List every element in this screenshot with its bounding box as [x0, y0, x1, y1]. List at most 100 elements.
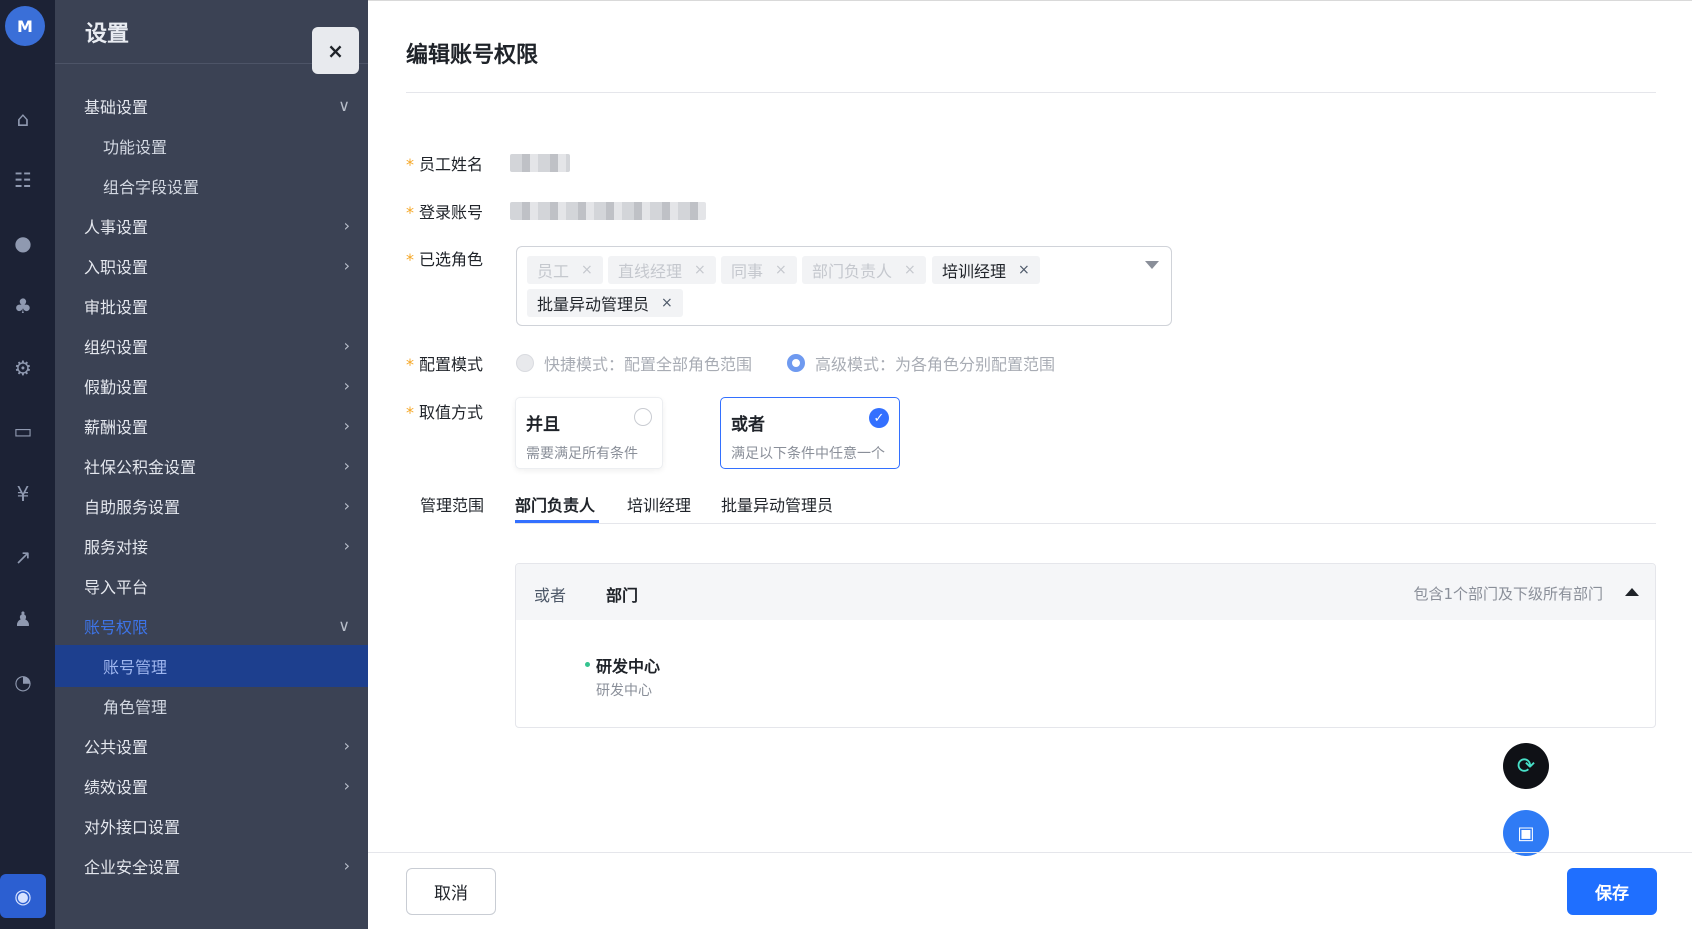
- role-tag-colleague: 同事 ×: [721, 256, 797, 284]
- card-title: 或者: [731, 415, 765, 435]
- app-logo[interactable]: M: [5, 6, 45, 46]
- remove-tag-icon: ×: [775, 262, 787, 278]
- tab-bulk-transfer-admin[interactable]: 批量异动管理员: [721, 492, 833, 516]
- login-account-label: * 登录账号: [406, 203, 484, 222]
- card-desc: 满足以下条件中任意一个: [731, 446, 885, 462]
- calendar-icon[interactable]: ▭: [8, 416, 38, 446]
- report-chart-icon[interactable]: ◔: [8, 667, 38, 697]
- profile-icon[interactable]: ♟: [8, 604, 38, 634]
- close-drawer-button[interactable]: ×: [312, 27, 359, 74]
- condition-operator: 或者: [534, 586, 567, 605]
- menu-item-combined-fields[interactable]: 组合字段设置: [55, 165, 368, 207]
- chevron-right-icon: ›: [343, 376, 350, 395]
- salary-icon[interactable]: ¥: [8, 479, 38, 509]
- menu-item-approval-settings[interactable]: 审批设置: [55, 285, 368, 327]
- condition-header[interactable]: 或者 部门 包含1个部门及下级所有部门: [516, 564, 1655, 620]
- chevron-down-icon: ∨: [338, 96, 350, 115]
- chevron-right-icon: ›: [343, 416, 350, 435]
- remove-tag-icon: ×: [904, 262, 916, 278]
- chevron-right-icon: ›: [343, 336, 350, 355]
- menu-item-onboarding-settings[interactable]: 入职设置 ›: [55, 245, 368, 287]
- chat-icon: ▣: [1517, 822, 1535, 844]
- performance-icon[interactable]: ↗: [8, 542, 38, 572]
- menu-item-social-security-settings[interactable]: 社保公积金设置 ›: [55, 445, 368, 487]
- role-tag-line-manager: 直线经理 ×: [608, 256, 716, 284]
- settings-menu: 设置 基础设置 ∨ 功能设置 组合字段设置 人事设置 › 入职设置 › 审批设置 组织…: [55, 0, 368, 929]
- title-divider: [406, 92, 1656, 93]
- menu-item-attendance-settings[interactable]: 假勤设置 ›: [55, 365, 368, 407]
- menu-item-basic-settings[interactable]: 基础设置 ∨: [55, 85, 368, 127]
- menu-item-org-settings[interactable]: 组织设置 ›: [55, 325, 368, 367]
- login-account-value-redacted: [510, 202, 706, 220]
- caret-down-icon[interactable]: [1145, 261, 1159, 269]
- scope-label: 管理范围: [420, 496, 485, 515]
- chevron-right-icon: ›: [343, 736, 350, 755]
- org-chart-icon[interactable]: ♣: [8, 291, 38, 321]
- roles-label: * 已选角色: [406, 250, 484, 269]
- ai-assistant-icon: ⟳: [1516, 753, 1536, 779]
- menu-item-account-permissions[interactable]: 账号权限 ∨: [55, 605, 368, 647]
- role-tag-dept-head: 部门负责人 ×: [802, 256, 926, 284]
- role-tag-training-manager: 培训经理 ×: [932, 256, 1040, 284]
- role-tag-bulk-transfer-admin: 批量异动管理员 ×: [527, 289, 683, 317]
- radio-indicator: [516, 354, 534, 372]
- radio-indicator: [787, 354, 805, 372]
- menu-title: 设置: [85, 22, 130, 47]
- settings-icon[interactable]: ◉: [0, 874, 46, 918]
- radio-indicator: [634, 408, 652, 426]
- menu-item-security-settings[interactable]: 企业安全设置 ›: [55, 845, 368, 887]
- menu-item-self-service-settings[interactable]: 自助服务设置 ›: [55, 485, 368, 527]
- cancel-button[interactable]: 取消: [406, 868, 496, 915]
- menu-item-external-api-settings[interactable]: 对外接口设置: [55, 805, 368, 847]
- close-icon: ×: [327, 38, 344, 63]
- tab-dept-head[interactable]: 部门负责人: [515, 492, 595, 516]
- check-icon: ✓: [869, 408, 889, 428]
- ai-assistant-button[interactable]: ⟳: [1503, 743, 1549, 789]
- active-tab-indicator: [515, 520, 599, 523]
- edit-permissions-drawer: 编辑账号权限 * 员工姓名 * 登录账号 * 已选角色 员工 × 直线经理 × 同事 × 部…: [368, 0, 1692, 929]
- condition-panel: 或者 部门 包含1个部门及下级所有部门 研发中心 研发中心: [515, 563, 1656, 728]
- value-mode-or-card[interactable]: 或者 满足以下条件中任意一个 ✓: [720, 397, 900, 469]
- employee-name-value-redacted: [510, 154, 570, 172]
- chevron-down-icon: ∨: [338, 616, 350, 635]
- chevron-right-icon: ›: [343, 456, 350, 475]
- menu-item-role-management[interactable]: 角色管理: [55, 685, 368, 727]
- menu-item-hr-settings[interactable]: 人事设置 ›: [55, 205, 368, 247]
- radio-advanced-mode[interactable]: 高级模式：为各角色分别配置范围: [787, 351, 1055, 375]
- app-icon-rail: M ⌂ ☷ ● ♣ ⚙ ▭ ¥ ↗ ♟ ◔ ◉: [0, 0, 55, 929]
- remove-tag-icon: ×: [581, 262, 593, 278]
- save-button[interactable]: 保存: [1567, 868, 1657, 915]
- chevron-right-icon: ›: [343, 776, 350, 795]
- collapse-caret-icon[interactable]: [1625, 588, 1639, 596]
- radio-quick-mode[interactable]: 快捷模式：配置全部角色范围: [516, 351, 752, 375]
- value-mode-and-card[interactable]: 并且 需要满足所有条件: [515, 397, 663, 469]
- roles-multiselect[interactable]: 员工 × 直线经理 × 同事 × 部门负责人 × 培训经理 × 批量异动管理员 ×: [516, 246, 1172, 326]
- menu-item-public-settings[interactable]: 公共设置 ›: [55, 725, 368, 767]
- config-mode-label: * 配置模式: [406, 355, 484, 374]
- menu-item-account-management[interactable]: 账号管理: [55, 645, 368, 687]
- remove-tag-icon[interactable]: ×: [1018, 262, 1030, 278]
- user-settings-icon[interactable]: ⚙: [8, 353, 38, 383]
- remove-tag-icon[interactable]: ×: [661, 295, 673, 311]
- employee-name-label: * 员工姓名: [406, 155, 484, 174]
- tab-training-manager[interactable]: 培训经理: [627, 492, 691, 516]
- tabs-divider: [515, 523, 1656, 524]
- people-icon[interactable]: ☷: [8, 165, 38, 195]
- dept-name: 研发中心: [596, 657, 661, 676]
- card-desc: 需要满足所有条件: [526, 446, 638, 462]
- customer-service-button[interactable]: ▣: [1503, 810, 1549, 856]
- menu-item-feature-settings[interactable]: 功能设置: [55, 125, 368, 167]
- value-mode-label: * 取值方式: [406, 403, 484, 422]
- chevron-right-icon: ›: [343, 496, 350, 515]
- person-icon[interactable]: ●: [8, 228, 38, 258]
- condition-field: 部门: [606, 586, 639, 605]
- menu-item-service-integration[interactable]: 服务对接 ›: [55, 525, 368, 567]
- role-tag-employee: 员工 ×: [527, 256, 603, 284]
- chevron-right-icon: ›: [343, 856, 350, 875]
- menu-item-performance-settings[interactable]: 绩效设置 ›: [55, 765, 368, 807]
- menu-item-import-platform[interactable]: 导入平台: [55, 565, 368, 607]
- card-title: 并且: [526, 415, 560, 435]
- condition-summary: 包含1个部门及下级所有部门: [1413, 585, 1603, 603]
- menu-item-payroll-settings[interactable]: 薪酬设置 ›: [55, 405, 368, 447]
- home-icon[interactable]: ⌂: [8, 104, 38, 134]
